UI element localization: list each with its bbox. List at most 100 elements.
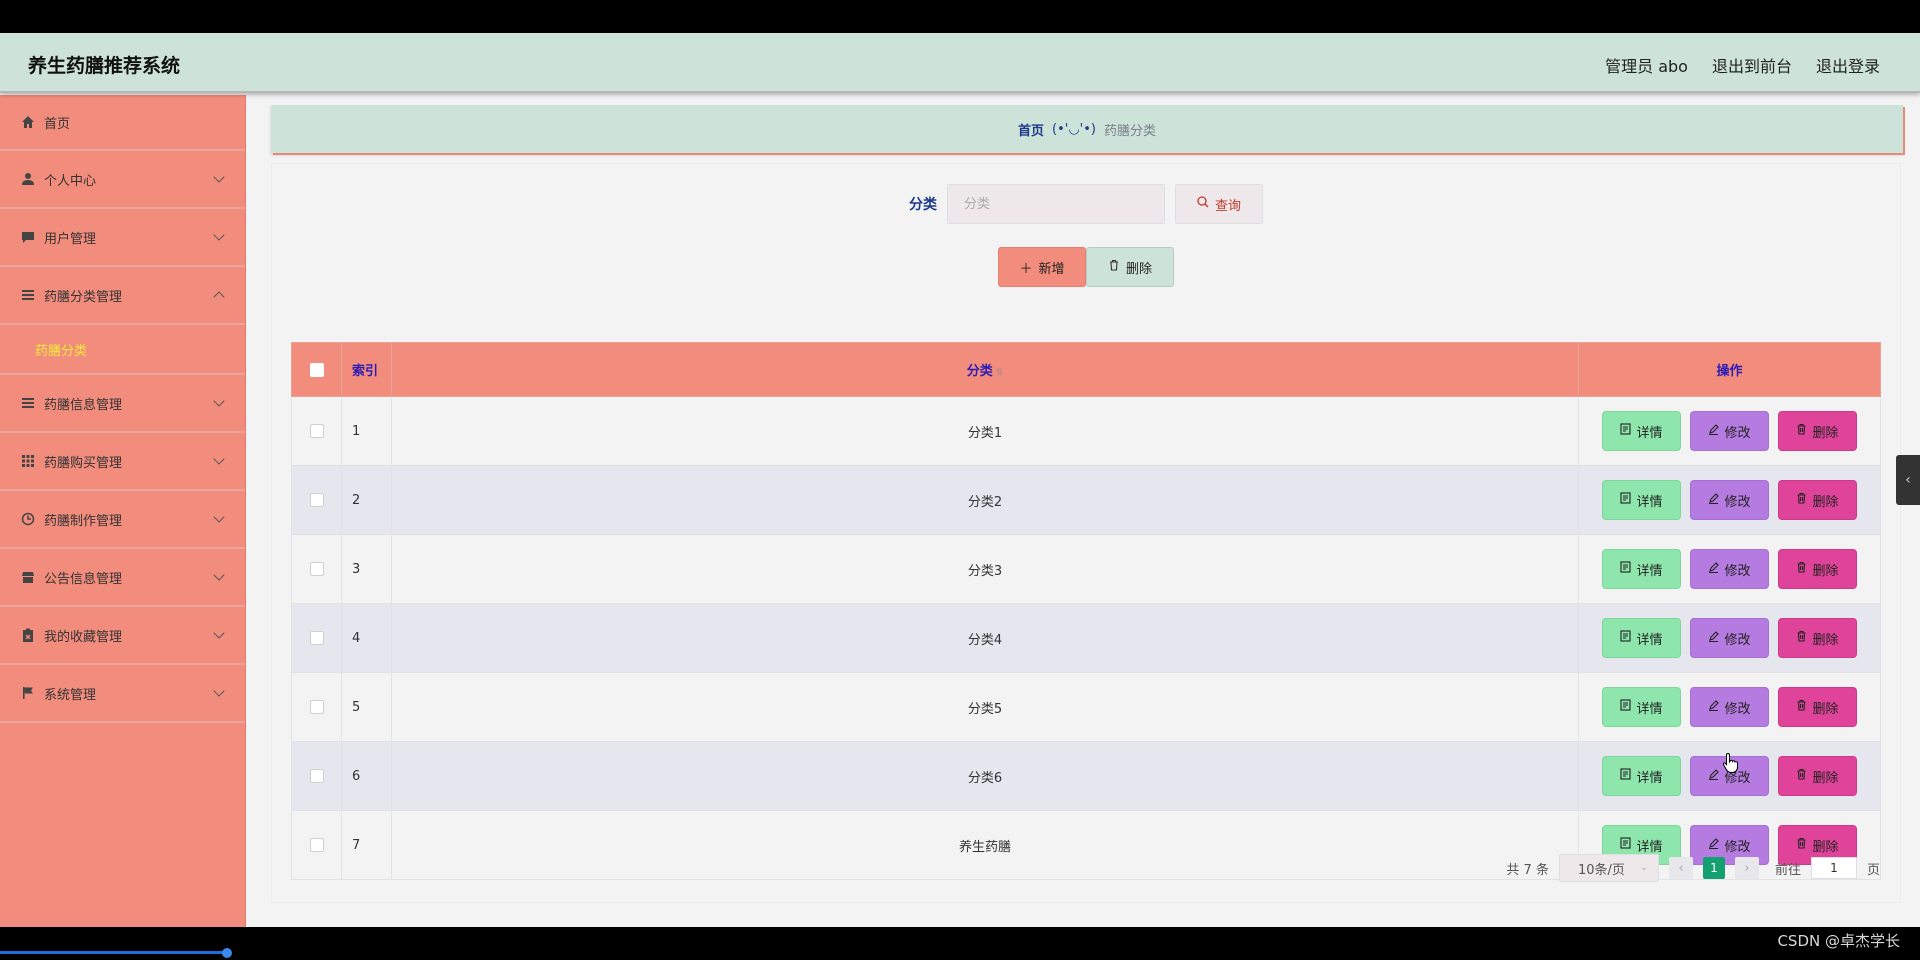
pagination-total: 共 7 条 (1506, 862, 1549, 878)
row-category: 分类4 (391, 603, 1579, 673)
row-index: 3 (341, 534, 392, 604)
trash-icon (1796, 561, 1807, 577)
detail-button-label: 详情 (1636, 563, 1663, 579)
video-progress-handle[interactable] (222, 948, 232, 958)
sidebar-item-label: 药膳制作管理 (44, 513, 123, 529)
trash-icon (1796, 630, 1807, 646)
row-index: 2 (341, 465, 392, 535)
table-row: 4 分类4 详情 修改 删除 (291, 603, 1881, 673)
query-button[interactable]: 查询 (1175, 184, 1263, 224)
sidebar-item-user-management[interactable]: 用户管理 (0, 209, 245, 267)
main-panel: 分类 查询 ＋ 新增 删除 (271, 163, 1901, 903)
detail-button-label: 详情 (1636, 425, 1663, 441)
sort-icon[interactable]: ⇅ (996, 368, 1004, 378)
sidebar-item-personal-center[interactable]: 个人中心 (0, 151, 245, 209)
sidebar-item-favorites-management[interactable]: 我的收藏管理 (0, 607, 245, 665)
pencil-icon (1708, 768, 1720, 784)
sidebar-item-production-management[interactable]: 药膳制作管理 (0, 491, 245, 549)
delete-button-label: 删除 (1812, 770, 1839, 786)
delete-button[interactable]: 删除 (1778, 756, 1857, 796)
row-checkbox[interactable] (309, 493, 324, 507)
page-size-select[interactable]: 10条/页 ⌄ (1558, 854, 1659, 882)
delete-button-label: 删除 (1812, 839, 1839, 855)
breadcrumb: 首页 (•'◡'•) 药膳分类 (271, 105, 1903, 153)
row-checkbox[interactable] (309, 838, 324, 852)
row-category: 分类6 (391, 741, 1579, 811)
batch-delete-button[interactable]: 删除 (1086, 247, 1174, 287)
edit-button[interactable]: 修改 (1690, 618, 1769, 658)
row-select-cell (291, 534, 342, 604)
edit-button[interactable]: 修改 (1690, 549, 1769, 589)
edit-button[interactable]: 修改 (1690, 411, 1769, 451)
delete-button[interactable]: 删除 (1778, 618, 1857, 658)
edit-button[interactable]: 修改 (1690, 687, 1769, 727)
row-select-cell (291, 465, 342, 535)
clipboard-icon (20, 627, 36, 643)
row-checkbox[interactable] (309, 631, 324, 645)
row-select-cell (291, 672, 342, 742)
chevron-down-icon (213, 395, 225, 407)
row-checkbox[interactable] (309, 424, 324, 438)
sidebar-subitem-category[interactable]: 药膳分类 (0, 325, 245, 375)
page-number-current[interactable]: 1 (1702, 857, 1725, 879)
row-index: 1 (341, 396, 392, 466)
add-button[interactable]: ＋ 新增 (998, 247, 1086, 287)
row-checkbox[interactable] (309, 769, 324, 783)
delete-button-label: 删除 (1812, 494, 1839, 510)
table-row: 6 分类6 详情 修改 删除 (291, 741, 1881, 811)
select-all-checkbox[interactable] (309, 362, 324, 377)
sidebar-item-label: 个人中心 (44, 173, 97, 189)
chevron-down-icon (213, 569, 225, 581)
breadcrumb-home[interactable]: 首页 (1018, 120, 1044, 139)
collapse-side-tab[interactable]: ‹ (1896, 455, 1920, 505)
detail-button-label: 详情 (1636, 839, 1663, 855)
delete-button[interactable]: 删除 (1778, 687, 1857, 727)
detail-button[interactable]: 详情 (1602, 756, 1681, 796)
header-category[interactable]: 分类 ⇅ (391, 342, 1579, 397)
row-ops: 详情 修改 删除 (1578, 396, 1881, 466)
detail-button[interactable]: 详情 (1602, 618, 1681, 658)
delete-button[interactable]: 删除 (1778, 480, 1857, 520)
table-row: 3 分类3 详情 修改 删除 (291, 534, 1881, 604)
sidebar-item-purchase-management[interactable]: 药膳购买管理 (0, 433, 245, 491)
sidebar-item-label: 用户管理 (44, 231, 97, 247)
video-progress-bar[interactable] (0, 951, 228, 954)
header-index: 索引 (341, 342, 392, 397)
add-button-label: 新增 (1038, 261, 1065, 277)
admin-user-label[interactable]: 管理员 abo (1605, 53, 1688, 77)
detail-button[interactable]: 详情 (1602, 411, 1681, 451)
sidebar-item-label: 药膳信息管理 (44, 397, 123, 413)
row-checkbox[interactable] (309, 562, 324, 576)
table-row: 2 分类2 详情 修改 删除 (291, 465, 1881, 535)
delete-button[interactable]: 删除 (1778, 549, 1857, 589)
row-category: 养生药膳 (391, 810, 1579, 880)
sidebar-item-notice-management[interactable]: 公告信息管理 (0, 549, 245, 607)
sidebar-item-home[interactable]: 首页 (0, 95, 245, 151)
search-input[interactable] (947, 184, 1165, 224)
search-row: 分类 查询 (272, 184, 1900, 224)
prev-page-button[interactable]: ‹ (1668, 857, 1693, 879)
header-links: 管理员 abo 退出到前台 退出登录 (1605, 53, 1880, 77)
hand-cursor-icon (1722, 752, 1738, 773)
sidebar-item-system-management[interactable]: 系统管理 (0, 665, 245, 723)
detail-button[interactable]: 详情 (1602, 480, 1681, 520)
row-checkbox[interactable] (309, 700, 324, 714)
edit-button[interactable]: 修改 (1690, 480, 1769, 520)
chevron-down-icon (213, 511, 225, 523)
goto-page-input[interactable] (1810, 857, 1857, 879)
detail-button[interactable]: 详情 (1602, 687, 1681, 727)
delete-button-label: 删除 (1812, 563, 1839, 579)
category-table: 索引 分类 ⇅ 操作 1 分类1 详情 修改 删除 2 分类2 详情 修改 删除 3 分类3 详情 修改 删除… (291, 342, 1881, 880)
table-body: 1 分类1 详情 修改 删除 2 分类2 详情 修改 删除 3 分类3 详情 修改 删除 4 分类4 详情 修改 删除… (291, 396, 1881, 880)
pencil-icon (1708, 630, 1720, 646)
chevron-right-icon: › (1744, 860, 1750, 876)
top-header: 养生药膳推荐系统 管理员 abo 退出到前台 退出登录 (0, 33, 1920, 93)
detail-button[interactable]: 详情 (1602, 549, 1681, 589)
exit-to-front-link[interactable]: 退出到前台 (1712, 53, 1792, 77)
sidebar-item-category-management[interactable]: 药膳分类管理 (0, 267, 245, 325)
next-page-button[interactable]: › (1734, 857, 1759, 879)
sidebar-item-info-management[interactable]: 药膳信息管理 (0, 375, 245, 433)
delete-button[interactable]: 删除 (1778, 411, 1857, 451)
logout-link[interactable]: 退出登录 (1816, 53, 1880, 77)
edit-button-label: 修改 (1724, 632, 1751, 648)
